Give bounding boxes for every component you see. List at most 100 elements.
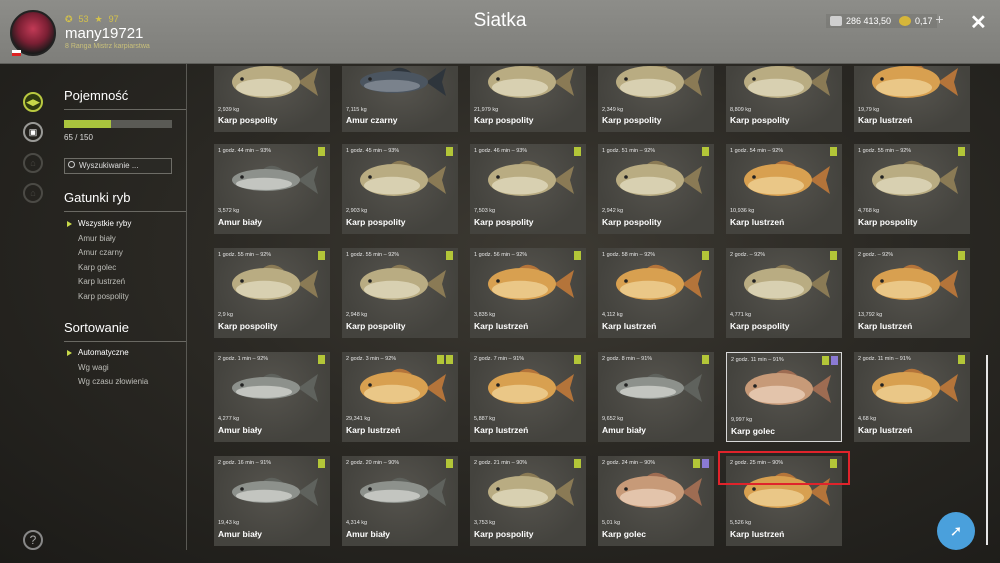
fish-weight: 10,936 kg <box>730 208 755 214</box>
fish-card[interactable]: 2 godz. 24 min – 90% 5,01 kg Karp golec <box>598 456 714 546</box>
bookmark-tag-icon <box>958 147 965 156</box>
fish-image <box>744 66 830 98</box>
capacity-title: Pojemność <box>64 88 129 103</box>
fish-card[interactable]: 2 godz. 20 min – 90% 4,314 kg Amur biały <box>342 456 458 546</box>
fish-weight: 29,341 kg <box>346 416 371 422</box>
species-item-grass-carp[interactable]: Amur biały <box>64 234 131 249</box>
catch-time: 2 godz. 21 min – 90% <box>474 460 528 466</box>
catch-time: 2 godz. 16 min – 91% <box>218 460 272 466</box>
bookmark-tag-icon <box>830 147 837 156</box>
fish-card[interactable]: 1 godz. 54 min – 92% 10,936 kg Karp lust… <box>726 144 842 234</box>
fish-card[interactable]: 1 godz. 58 min – 92% 4,112 kg Karp lustr… <box>598 248 714 338</box>
fish-image <box>872 160 958 196</box>
search-input[interactable]: Wyszukiwanie ... <box>64 158 172 174</box>
poland-flag-icon <box>12 50 21 56</box>
fish-image <box>872 368 958 404</box>
fish-card[interactable]: 8,809 kg Karp pospolity <box>726 66 842 132</box>
bookmark-tag-icon <box>437 355 444 364</box>
gold-balance: 0,17 <box>895 14 937 28</box>
fish-image <box>616 264 702 300</box>
catch-time: 1 godz. 55 min – 92% <box>858 148 912 154</box>
fish-card[interactable]: 1 godz. 55 min – 92% 2,9 kg Karp pospoli… <box>214 248 330 338</box>
fish-name: Karp pospolity <box>346 217 406 227</box>
bookmark-tag-icon <box>574 147 581 156</box>
bookmark-tag-icon <box>574 251 581 260</box>
fish-card[interactable]: 1 godz. 45 min – 93% 2,903 kg Karp pospo… <box>342 144 458 234</box>
fish-weight: 2,948 kg <box>346 312 368 318</box>
fish-card[interactable]: 1 godz. 44 min – 93% 3,572 kg Amur biały <box>214 144 330 234</box>
fish-weight: 8,809 kg <box>730 107 752 113</box>
fish-card[interactable]: 1 godz. 51 min – 92% 2,942 kg Karp pospo… <box>598 144 714 234</box>
catch-time: 1 godz. 45 min – 93% <box>346 148 400 154</box>
catch-time: 2 godz. 8 min – 91% <box>602 356 653 362</box>
fish-image <box>872 264 958 300</box>
species-item-black-carp[interactable]: Amur czarny <box>64 248 131 263</box>
fish-card[interactable]: 2 godz. – 92% 13,792 kg Karp lustrzeń <box>854 248 970 338</box>
species-item-mirror-carp[interactable]: Karp lustrzeń <box>64 277 131 292</box>
fish-card[interactable]: 2 godz. 8 min – 91% 9,652 kg Amur biały <box>598 352 714 442</box>
fish-card[interactable]: 2 godz. 16 min – 91% 19,43 kg Amur biały <box>214 456 330 546</box>
fish-card[interactable]: 1 godz. 55 min – 92% 2,948 kg Karp pospo… <box>342 248 458 338</box>
cursor-action-button[interactable]: ➚ <box>937 512 975 550</box>
fish-card[interactable]: 2 godz. 11 min – 91% 4,68 kg Karp lustrz… <box>854 352 970 442</box>
bookmark-tag-icon <box>702 355 709 364</box>
sort-item-automatic[interactable]: Automatyczne <box>64 348 148 363</box>
bookmark-tag-icon <box>702 147 709 156</box>
inventory-icon[interactable]: ▣ <box>23 122 43 142</box>
catch-time: 1 godz. 55 min – 92% <box>218 252 272 258</box>
add-currency-button[interactable]: + <box>932 12 947 27</box>
fish-weight: 4,314 kg <box>346 520 368 526</box>
sort-item-catch-time[interactable]: Wg czasu złowienia <box>64 377 148 392</box>
fish-image <box>232 477 318 506</box>
fish-card[interactable]: 2 godz. 3 min – 92% 29,341 kg Karp lustr… <box>342 352 458 442</box>
fish-card[interactable]: 19,79 kg Karp lustrzeń <box>854 66 970 132</box>
bookmark-tag-icon <box>446 355 453 364</box>
fish-name: Karp pospolity <box>218 115 278 125</box>
fish-card[interactable]: 2,939 kg Karp pospolity <box>214 66 330 132</box>
fish-weight: 5,526 kg <box>730 520 752 526</box>
fish-weight: 9,997 kg <box>731 417 753 423</box>
sort-list: Automatyczne Wg wagi Wg czasu złowienia <box>64 348 148 392</box>
fish-name: Amur biały <box>602 425 646 435</box>
keepnet-icon[interactable]: ◀▶ <box>23 92 43 112</box>
fish-card[interactable]: 1 godz. 46 min – 93% 7,503 kg Karp pospo… <box>470 144 586 234</box>
fish-card[interactable]: 2 godz. 11 min – 91% 9,997 kg Karp golec <box>726 352 842 442</box>
fish-image <box>616 160 702 196</box>
bookmark-tag-icon <box>446 147 453 156</box>
fish-image <box>616 66 702 98</box>
species-item-common-carp[interactable]: Karp pospolity <box>64 292 131 307</box>
fish-card[interactable]: 1 godz. 55 min – 92% 4,768 kg Karp pospo… <box>854 144 970 234</box>
fish-image <box>488 472 574 508</box>
house-icon[interactable]: ⌂ <box>23 183 43 203</box>
catch-time: 2 godz. 7 min – 91% <box>474 356 525 362</box>
fish-card[interactable]: 2 godz. 7 min – 91% 5,887 kg Karp lustrz… <box>470 352 586 442</box>
search-icon <box>68 161 75 168</box>
species-item-all[interactable]: Wszystkie ryby <box>64 219 131 234</box>
help-icon[interactable]: ? <box>23 530 43 550</box>
bookmark-tag-icon <box>702 251 709 260</box>
species-item-leather-carp[interactable]: Karp golec <box>64 263 131 278</box>
bookmark-tag-icon <box>822 356 829 365</box>
fish-weight: 2,903 kg <box>346 208 368 214</box>
fish-image <box>488 368 574 404</box>
bookmark-tag-icon <box>318 355 325 364</box>
sort-item-weight[interactable]: Wg wagi <box>64 363 148 378</box>
fish-name: Karp lustrzeń <box>474 321 529 331</box>
fish-name: Amur biały <box>218 529 262 539</box>
fish-card[interactable]: 2 godz. 1 min – 92% 4,277 kg Amur biały <box>214 352 330 442</box>
fish-card[interactable]: 21,979 kg Karp pospolity <box>470 66 586 132</box>
fish-card[interactable]: 2 godz. – 92% 4,771 kg Karp pospolity <box>726 248 842 338</box>
capacity-bar-fill <box>64 120 111 128</box>
fish-name: Amur biały <box>218 217 262 227</box>
fish-name: Karp lustrzeń <box>602 321 657 331</box>
fish-card[interactable]: 2 godz. 21 min – 90% 3,753 kg Karp pospo… <box>470 456 586 546</box>
fish-card[interactable]: 7,115 kg Amur czarny <box>342 66 458 132</box>
scrollbar[interactable] <box>986 355 988 545</box>
fish-weight: 3,572 kg <box>218 208 240 214</box>
home-icon[interactable]: ⌂ <box>23 153 43 173</box>
fish-card[interactable]: 2,349 kg Karp pospolity <box>598 66 714 132</box>
fish-image <box>232 165 318 194</box>
bookmark-tag-icon <box>318 459 325 468</box>
close-button[interactable]: ✕ <box>970 10 987 35</box>
fish-card[interactable]: 1 godz. 56 min – 92% 3,835 kg Karp lustr… <box>470 248 586 338</box>
